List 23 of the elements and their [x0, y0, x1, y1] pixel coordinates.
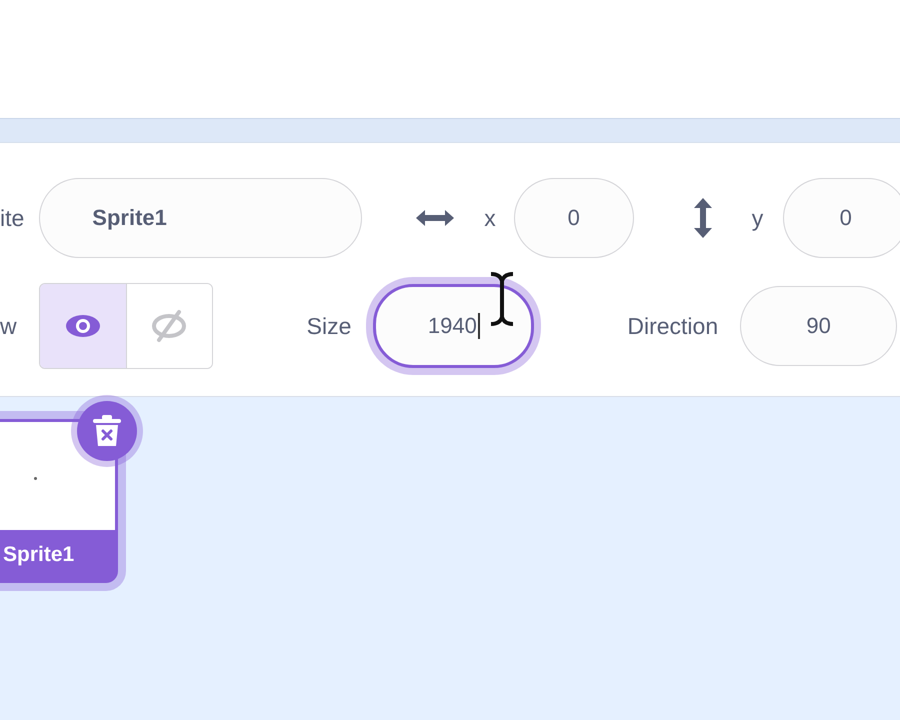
text-caret [478, 313, 480, 339]
y-label: y [752, 204, 764, 232]
x-label: x [484, 204, 496, 232]
y-field[interactable]: 0 [783, 178, 900, 258]
horizontal-arrow-icon [414, 208, 456, 228]
eye-icon [64, 313, 102, 339]
delete-button[interactable] [77, 401, 137, 461]
hidden-eye-icon [150, 309, 188, 343]
x-field[interactable]: 0 [514, 178, 634, 258]
show-label: w [0, 312, 17, 340]
sprite-tile[interactable]: Sprite1 [0, 419, 118, 583]
vertical-arrow-icon [692, 196, 714, 240]
show-button[interactable] [40, 284, 126, 368]
costume-dot-icon [34, 477, 37, 480]
direction-field[interactable]: 90 [740, 286, 898, 366]
text-cursor-icon [488, 271, 516, 327]
sprite-name: Sprite1 [2, 542, 76, 568]
size-field[interactable]: 1940 [373, 284, 534, 368]
sprite-name-field[interactable]: Sprite1 [39, 178, 362, 258]
sprite-label: ite [0, 204, 24, 232]
trash-icon [92, 414, 122, 448]
size-label: Size [306, 312, 352, 340]
direction-label: Direction [627, 312, 718, 340]
